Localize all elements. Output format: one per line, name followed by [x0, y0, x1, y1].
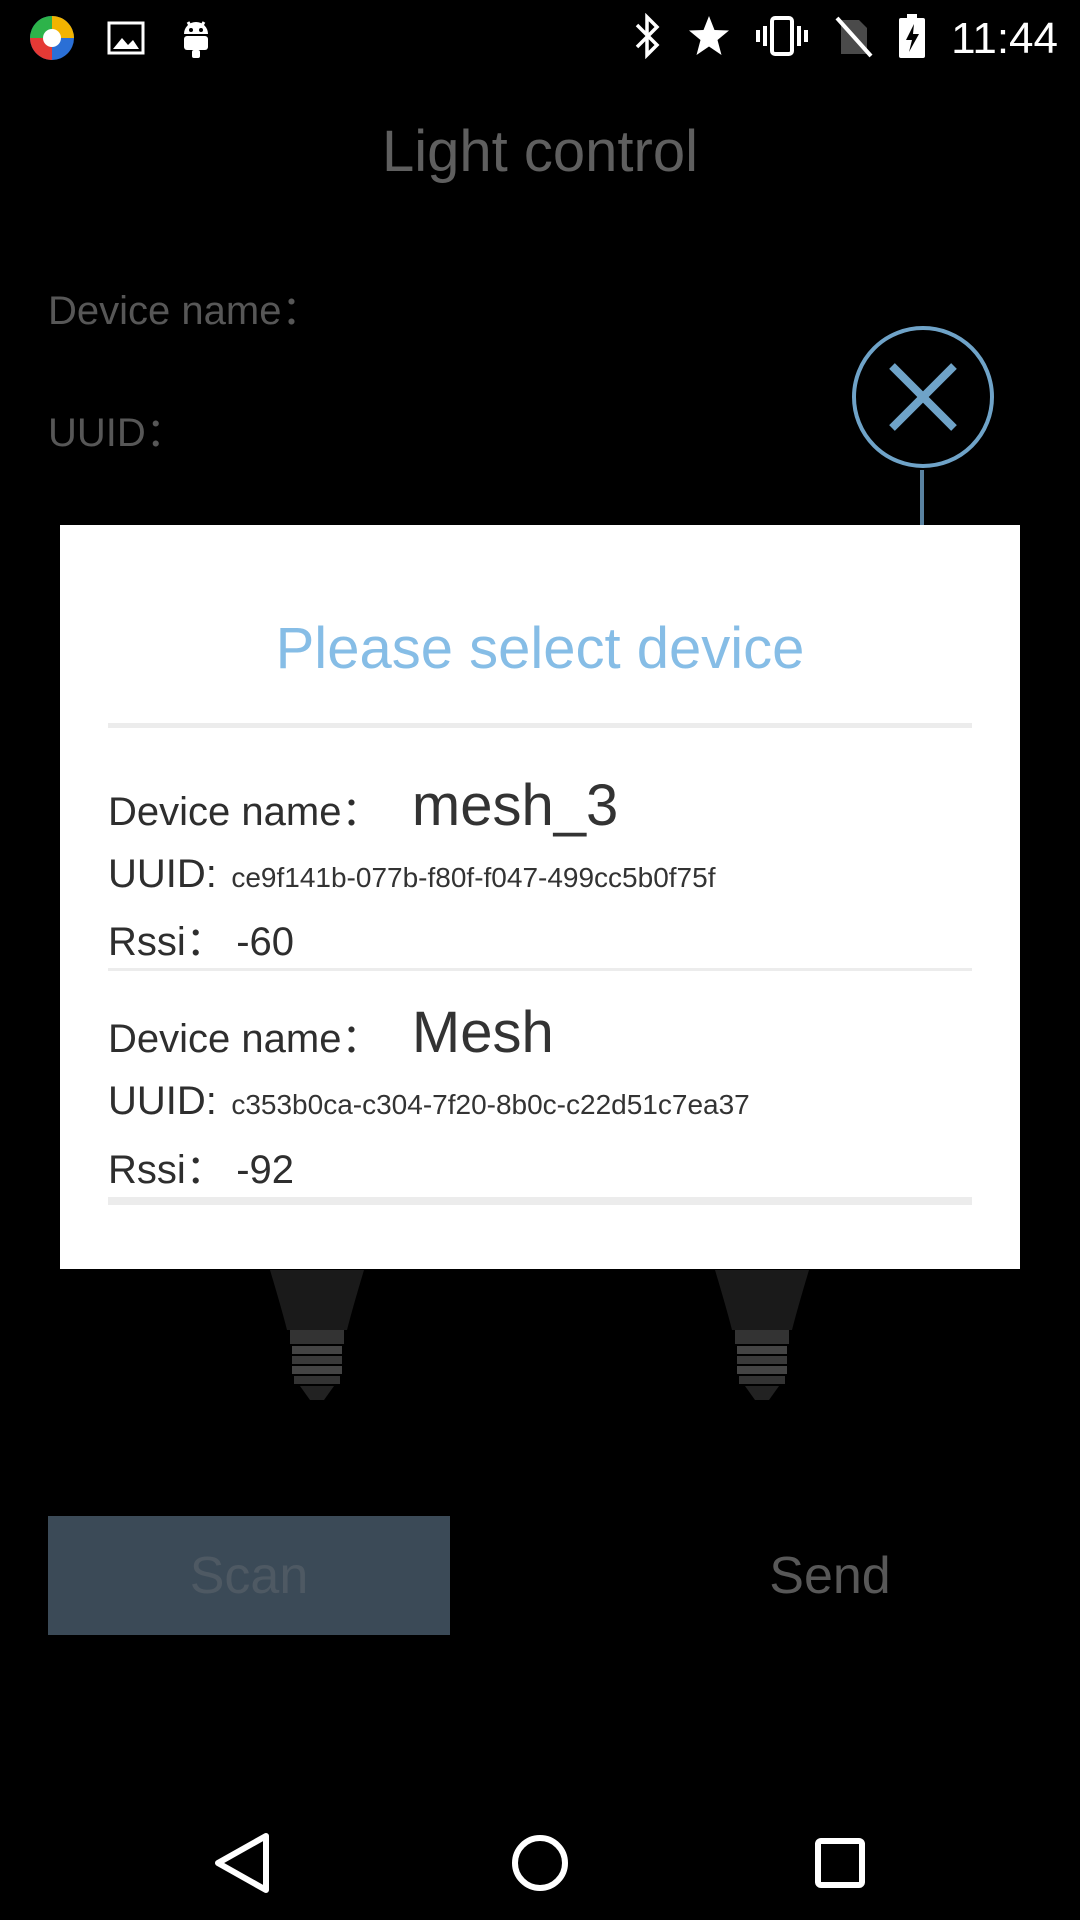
home-icon[interactable] — [495, 1818, 585, 1908]
app-icon — [28, 14, 76, 67]
device-list-item[interactable]: Device name： mesh_3 UUID: ce9f141b-077b-… — [108, 730, 972, 964]
battery-charging-icon — [897, 12, 927, 65]
device-name-label: Device name： — [48, 289, 322, 333]
send-button-label: Send — [769, 1546, 891, 1605]
light-bulb-icon — [707, 1270, 817, 1400]
divider — [108, 1197, 972, 1205]
device-list-item[interactable]: Device name： Mesh UUID: c353b0ca-c304-7f… — [108, 971, 972, 1197]
rssi-key: Rssi： — [108, 1148, 226, 1192]
light-bulb-icon — [262, 1270, 372, 1400]
back-icon[interactable] — [196, 1818, 286, 1908]
uuid-key: UUID: — [108, 852, 217, 896]
close-connector-line — [920, 470, 924, 528]
uuid-key: UUID: — [108, 1079, 217, 1123]
uuid-value: ce9f141b-077b-f80f-f047-499cc5b0f75f — [231, 862, 716, 893]
uuid-value: c353b0ca-c304-7f20-8b0c-c22d51c7ea37 — [231, 1089, 750, 1120]
device-name-key: Device name： — [108, 790, 382, 834]
navigation-bar — [0, 1800, 1080, 1920]
scan-button[interactable]: Scan — [48, 1516, 450, 1635]
gallery-icon — [106, 18, 146, 63]
close-icon[interactable] — [850, 324, 996, 470]
recents-icon[interactable] — [795, 1818, 885, 1908]
divider — [108, 723, 972, 728]
rssi-value: -60 — [236, 920, 295, 964]
scan-button-label: Scan — [189, 1546, 309, 1605]
status-bar: 11:44 — [0, 0, 1080, 76]
rssi-value: -92 — [236, 1148, 295, 1192]
device-name-key: Device name： — [108, 1017, 382, 1061]
send-button[interactable]: Send — [680, 1516, 980, 1635]
rssi-key: Rssi： — [108, 920, 226, 964]
bluetooth-icon — [633, 12, 663, 64]
no-sim-icon — [833, 14, 873, 63]
clock: 11:44 — [951, 13, 1058, 63]
star-icon — [687, 14, 731, 63]
device-name-value: Mesh — [411, 1000, 554, 1065]
vibrate-icon — [755, 14, 809, 63]
page-title: Light control — [382, 119, 698, 184]
select-device-dialog: Please select device Device name： mesh_3… — [60, 525, 1020, 1269]
device-name-value: mesh_3 — [411, 773, 619, 838]
dialog-title: Please select device — [275, 616, 805, 681]
uuid-label: UUID： — [48, 411, 186, 455]
android-icon — [176, 16, 216, 65]
